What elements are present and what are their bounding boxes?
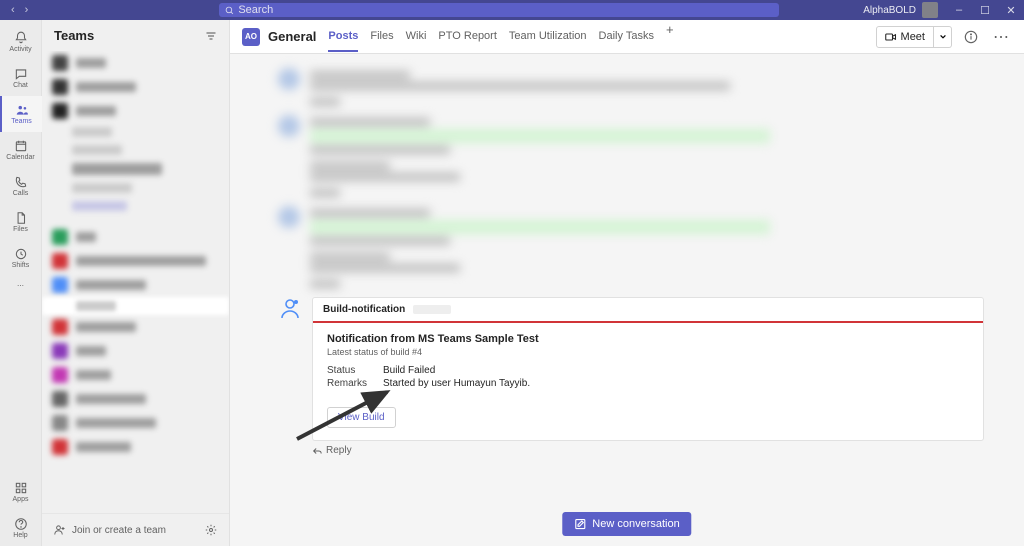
gear-icon[interactable]: [205, 524, 217, 536]
team-item[interactable]: [42, 363, 229, 387]
channel-item[interactable]: [42, 159, 229, 179]
tab-posts[interactable]: Posts: [328, 22, 358, 52]
more-button[interactable]: ⋯: [990, 26, 1012, 48]
channel-avatar: AO: [242, 28, 260, 46]
tab-files[interactable]: Files: [370, 22, 393, 52]
chevron-down-icon: [939, 33, 947, 41]
team-item[interactable]: [42, 387, 229, 411]
channel-name: General: [268, 29, 316, 44]
search-icon: [225, 6, 234, 15]
tab-team-utilization[interactable]: Team Utilization: [509, 22, 587, 52]
card-subtitle: Latest status of build #4: [327, 347, 969, 357]
team-item[interactable]: [42, 225, 229, 249]
panel-title: Teams: [54, 28, 94, 43]
close-button[interactable]: ✕: [998, 4, 1024, 17]
team-item[interactable]: [42, 249, 229, 273]
channel-item[interactable]: [42, 123, 229, 141]
join-create-team[interactable]: Join or create a team: [54, 524, 166, 536]
forward-button[interactable]: ›: [22, 4, 32, 16]
bot-avatar: [278, 297, 302, 321]
rail-chat[interactable]: Chat: [0, 60, 42, 96]
rail-teams[interactable]: Teams: [0, 96, 42, 132]
user-menu[interactable]: AlphaBOLD: [863, 2, 938, 18]
card-title: Notification from MS Teams Sample Test: [327, 333, 969, 345]
ellipsis-icon: ⋯: [17, 282, 24, 290]
bot-icon: [278, 297, 302, 321]
team-item[interactable]: [42, 411, 229, 435]
timestamp-redacted: [413, 305, 451, 314]
channel-header: AO General Posts Files Wiki PTO Report T…: [230, 20, 1024, 54]
history-nav: ‹ ›: [0, 4, 39, 16]
teams-panel: Teams Join or cr: [42, 20, 230, 546]
rail-help[interactable]: Help: [0, 510, 42, 546]
window-controls: – ☐ ✕: [946, 4, 1024, 17]
card-facts: StatusBuild Failed RemarksStarted by use…: [327, 365, 969, 389]
channel-item[interactable]: [42, 197, 229, 215]
team-item[interactable]: [42, 99, 229, 123]
rail-more[interactable]: ⋯: [0, 276, 42, 296]
channel-tabs: Posts Files Wiki PTO Report Team Utiliza…: [328, 22, 673, 52]
video-icon: [885, 31, 897, 43]
username-label: AlphaBOLD: [863, 5, 916, 16]
maximize-button[interactable]: ☐: [972, 4, 998, 17]
channel-item[interactable]: [42, 141, 229, 159]
compose-area: New conversation: [562, 512, 691, 536]
rail-shifts[interactable]: Shifts: [0, 240, 42, 276]
rail-files[interactable]: Files: [0, 204, 42, 240]
meet-dropdown[interactable]: [934, 26, 952, 48]
back-button[interactable]: ‹: [8, 4, 18, 16]
tab-pto-report[interactable]: PTO Report: [438, 22, 497, 52]
tab-wiki[interactable]: Wiki: [406, 22, 427, 52]
search-placeholder: Search: [238, 4, 273, 16]
team-item[interactable]: [42, 273, 229, 297]
search-input[interactable]: Search: [219, 3, 779, 17]
team-item[interactable]: [42, 339, 229, 363]
bot-name: Build-notification: [323, 304, 405, 315]
notification-card-container: Build-notification Notification from MS …: [278, 297, 984, 458]
view-build-button[interactable]: View Build: [327, 407, 396, 428]
title-bar: ‹ › Search AlphaBOLD – ☐ ✕: [0, 0, 1024, 20]
build-notification-card: Build-notification Notification from MS …: [312, 297, 984, 441]
people-add-icon: [54, 524, 66, 536]
filter-icon[interactable]: [205, 30, 217, 42]
reply-button[interactable]: Reply: [278, 441, 984, 458]
team-item[interactable]: [42, 75, 229, 99]
channel-item[interactable]: [42, 179, 229, 197]
minimize-button[interactable]: –: [946, 4, 972, 17]
rail-calendar[interactable]: Calendar: [0, 132, 42, 168]
add-tab-button[interactable]: +: [666, 22, 674, 52]
compose-icon: [574, 518, 586, 530]
avatar: [922, 2, 938, 18]
rail-calls[interactable]: Calls: [0, 168, 42, 204]
team-item[interactable]: [42, 51, 229, 75]
info-button[interactable]: [960, 26, 982, 48]
ellipsis-icon: ⋯: [993, 27, 1009, 47]
rail-apps[interactable]: Apps: [0, 474, 42, 510]
info-icon: [964, 30, 978, 44]
new-conversation-button[interactable]: New conversation: [562, 512, 691, 536]
message-feed: Build-notification Notification from MS …: [230, 54, 1024, 546]
rail-activity[interactable]: Activity: [0, 24, 42, 60]
team-item[interactable]: [42, 297, 229, 315]
content-area: AO General Posts Files Wiki PTO Report T…: [230, 20, 1024, 546]
team-item[interactable]: [42, 315, 229, 339]
team-item[interactable]: [42, 435, 229, 459]
tab-daily-tasks[interactable]: Daily Tasks: [599, 22, 654, 52]
meet-button[interactable]: Meet: [876, 26, 934, 48]
team-list: [42, 51, 229, 513]
reply-icon: [312, 446, 322, 456]
app-rail: Activity Chat Teams Calendar Calls Files…: [0, 20, 42, 546]
